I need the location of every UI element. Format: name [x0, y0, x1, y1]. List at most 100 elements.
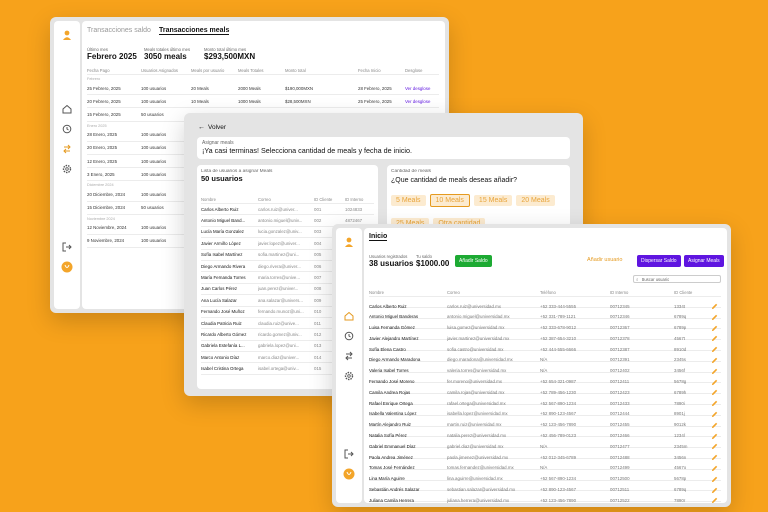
meal-option-chip[interactable]: 20 Meals — [516, 195, 555, 206]
table-cell: Juliana Camila Herrera — [369, 497, 414, 503]
avatar[interactable] — [343, 236, 355, 248]
add-user-button[interactable]: Añadir usuario — [587, 257, 622, 263]
table-row[interactable]: Martín Alejandro Ruiz martin.ruiz@univers… — [369, 416, 721, 428]
table-cell: 15 Diciembre, 2024 — [87, 205, 126, 211]
settings-icon[interactable] — [61, 163, 73, 175]
table-cell: Isabel Cristina Ortega — [201, 366, 244, 372]
table-cell: 7890i — [674, 400, 685, 406]
table-cell: Carlos Alberto Ruiz — [201, 206, 239, 212]
table-cell: 12 Noviembre, 2024 — [87, 225, 127, 231]
table-row[interactable]: 20 Febrero, 2025 100 usuarios 10 Meals 1000… — [87, 95, 439, 109]
table-row[interactable]: Javier Alejandro Martínez javier.martinez… — [369, 329, 721, 342]
table-cell: 25 Febrero, 2025 — [358, 98, 392, 104]
table-cell: lina.aguirre@universidad.mx — [447, 476, 503, 482]
table-cell: sofia.martinez@uni... — [258, 252, 300, 258]
table-cell: 002 — [314, 218, 322, 224]
table-row[interactable]: Camila Andrea Rojas camila.rojas@universi… — [369, 383, 721, 396]
tab-inicio[interactable]: Inicio — [369, 233, 388, 241]
table-cell: 00712346 — [610, 314, 630, 320]
transfer-icon[interactable] — [61, 143, 73, 155]
table-cell: 00712367 — [610, 325, 630, 331]
table-cell: 6789h — [674, 389, 687, 395]
balance-stat: Tu saldo $1000.00 — [416, 254, 450, 268]
table-row[interactable]: Tomas José Fernández tomas.fernandez@univ… — [369, 459, 721, 472]
column-header: Teléfono — [540, 289, 556, 295]
history-icon[interactable] — [343, 330, 355, 342]
stats-row: Último mes Febrero 2025 Meals totales últ… — [87, 47, 274, 61]
transfer-icon[interactable] — [343, 350, 355, 362]
table-cell: 9012k — [674, 422, 686, 428]
table-cell: 00712378 — [610, 335, 630, 341]
table-cell: 8910d — [674, 346, 687, 352]
table-row[interactable]: Fernando José Moreno fer.moreno@universid… — [369, 373, 721, 385]
card-heading: ¡Ya casi terminas! Selecciona cantidad d… — [202, 146, 413, 155]
table-row[interactable]: Gabriel Emmanuel Díaz gabriel.diaz@univer… — [369, 437, 721, 450]
breakdown-link[interactable]: Ver desglose — [405, 86, 439, 91]
table-cell: Ricardo Alberto Gómez — [201, 331, 247, 337]
search-input[interactable]: ⌕ Buscar usuario — [633, 275, 721, 283]
column-header: Fecha Pago — [87, 68, 110, 73]
table-cell: isabel.ortega@univ... — [258, 366, 299, 372]
avatar[interactable] — [61, 29, 73, 41]
tab-saldo[interactable]: Transacciones saldo — [87, 27, 151, 35]
logout-icon[interactable] — [61, 241, 73, 253]
table-cell: 10 Meals — [191, 98, 209, 104]
table-row[interactable]: Carlos Alberto Ruiz carlos.ruiz@universid… — [369, 297, 721, 310]
table-cell: 00712433 — [610, 400, 630, 406]
table-row[interactable]: Isabella Valentina López isabella.lopez@u… — [369, 405, 721, 418]
table-cell: +52 012-345-6789 — [540, 454, 577, 460]
table-cell: 00712488 — [610, 454, 630, 460]
add-balance-button[interactable]: Añadir Saldo — [455, 255, 492, 267]
table-cell: Tomas José Fernández — [369, 465, 415, 471]
table-cell: +52 444-555-6666 — [540, 346, 577, 352]
table-row[interactable]: Diego Armando Maradona diego.maradona@uni… — [369, 351, 721, 364]
table-cell: +52 387-654-3210 — [540, 335, 577, 341]
table-row[interactable]: Carlos Alberto Ruiz carlos.ruiz@univer...… — [201, 204, 374, 216]
meal-option-chip[interactable]: 15 Meals — [473, 195, 513, 206]
table-row[interactable]: Juliana Camila Herrera juliana.herrera@un… — [369, 491, 721, 503]
table-row[interactable]: Valeria Isabel Torres valeria.torres@univ… — [369, 362, 721, 374]
tab-meals[interactable]: Transacciones meals — [158, 27, 230, 35]
table-row[interactable]: Rafael Enrique Ortega rafael.ortega@unive… — [369, 394, 721, 407]
table-cell: Sofía Elena Castro — [369, 346, 406, 352]
table-cell: fernando.munoz@uni... — [258, 309, 304, 315]
meal-options: 5 Meals10 Meals15 Meals20 Meals25 MealsO… — [391, 189, 567, 227]
table-row[interactable]: Paola Andrea Jiménez paola.jimenez@univer… — [369, 448, 721, 461]
table-cell: sebastian.salazar@universidad.mx — [447, 487, 516, 493]
table-cell: Marco Antonio Díaz — [201, 354, 240, 360]
table-row[interactable]: Sofía Elena Castro sofia.castro@universid… — [369, 340, 721, 353]
table-row[interactable]: Sebastián Andrés Salazar sebastian.salaza… — [369, 481, 721, 493]
table-row[interactable]: 25 Febrero, 2025 100 usuarios 20 Meals 2000… — [87, 82, 439, 96]
edit-pencil-icon[interactable] — [711, 491, 721, 503]
table-cell: Rafael Enrique Ortega — [369, 400, 413, 406]
table-cell: 00712466 — [610, 433, 630, 439]
column-header: ID Cliente — [314, 196, 333, 202]
dispense-balance-button[interactable]: Dispersar Saldo — [637, 255, 681, 267]
history-icon[interactable] — [61, 123, 73, 135]
stat-meals: Meals totales último mes 3050 meals — [144, 47, 191, 61]
table-row[interactable]: Lina María Aguirre lina.aguirre@universid… — [369, 470, 721, 482]
home-icon[interactable] — [343, 310, 355, 322]
table-cell: carlos.ruiz@univer... — [258, 206, 298, 212]
table-cell: carlos.ruiz@universidad.mx — [447, 303, 501, 309]
table-cell: sofia.castro@universidad.mx — [447, 346, 504, 352]
meal-option-chip[interactable]: 10 Meals — [429, 194, 470, 207]
table-cell: Diego Armando Maradona — [369, 357, 421, 363]
table-cell: Carlos Alberto Ruiz — [369, 303, 407, 309]
users-panel: Inicio Usuarios registrados 38 usuarios … — [364, 228, 727, 503]
settings-icon[interactable] — [343, 370, 355, 382]
table-cell: Claudia Patricia Ruiz — [201, 320, 242, 326]
table-row[interactable]: Antonio Miguel Banderas antonio.miguel@un… — [369, 308, 721, 320]
table-cell: Fernando José Muñoz — [201, 309, 245, 315]
table-cell: 00712423 — [610, 389, 630, 395]
table-row[interactable]: Natalia Sofía Pérez natalia.perez@univers… — [369, 427, 721, 439]
breakdown-link[interactable]: Ver desglose — [405, 99, 439, 104]
table-row[interactable]: Luisa Fernanda Gómez luisa.gomez@universi… — [369, 319, 721, 331]
assign-meals-button[interactable]: Asignar Meals — [684, 255, 724, 267]
logout-icon[interactable] — [343, 448, 355, 460]
home-icon[interactable] — [61, 103, 73, 115]
back-link[interactable]: ← Volver — [198, 124, 226, 131]
meal-option-chip[interactable]: 5 Meals — [391, 195, 426, 206]
column-header: ID Cliente — [674, 289, 693, 295]
table-cell: N/A — [540, 357, 548, 363]
